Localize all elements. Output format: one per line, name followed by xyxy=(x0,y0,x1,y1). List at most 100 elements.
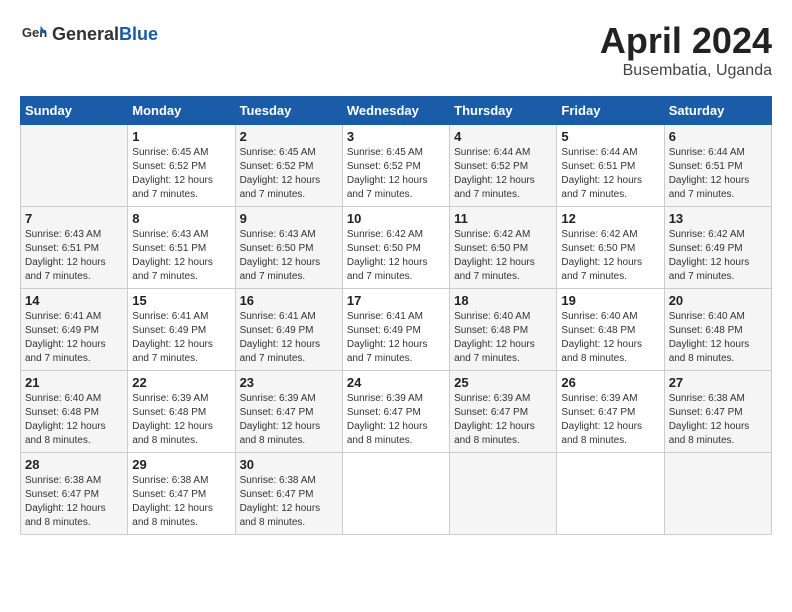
day-number: 19 xyxy=(561,293,659,308)
calendar-cell: 18Sunrise: 6:40 AM Sunset: 6:48 PM Dayli… xyxy=(450,289,557,371)
day-info: Sunrise: 6:38 AM Sunset: 6:47 PM Dayligh… xyxy=(25,474,123,530)
calendar-cell: 6Sunrise: 6:44 AM Sunset: 6:51 PM Daylig… xyxy=(664,125,771,207)
calendar-cell: 27 Sunrise: 6:38 AM Sunset: 6:47 PM Dayli… xyxy=(664,371,771,453)
day-number: 25 xyxy=(454,375,552,390)
calendar-cell: 24Sunrise: 6:39 AM Sunset: 6:47 PM Dayli… xyxy=(342,371,449,453)
calendar-cell: 30 Sunrise: 6:38 AM Sunset: 6:47 PM Dayli… xyxy=(235,453,342,535)
day-number: 1 xyxy=(132,129,230,144)
day-info: Sunrise: 6:40 AM Sunset: 6:48 PM Dayligh… xyxy=(561,310,659,366)
day-info: Sunrise: 6:38 AM Sunset: 6:47 PM Dayligh… xyxy=(240,474,338,530)
day-number: 4 xyxy=(454,129,552,144)
day-info: Sunrise: 6:43 AM Sunset: 6:50 PM Dayligh… xyxy=(240,228,338,284)
calendar-cell: 1 Sunrise: 6:45 AM Sunset: 6:52 PM Daylig… xyxy=(128,125,235,207)
day-info: Sunrise: 6:38 AM Sunset: 6:47 PM Dayligh… xyxy=(669,392,767,448)
weekday-header-wednesday: Wednesday xyxy=(342,97,449,125)
day-info: Sunrise: 6:45 AM Sunset: 6:52 PM Dayligh… xyxy=(132,146,230,202)
calendar-cell: 20Sunrise: 6:40 AM Sunset: 6:48 PM Dayli… xyxy=(664,289,771,371)
day-info: Sunrise: 6:42 AM Sunset: 6:50 PM Dayligh… xyxy=(561,228,659,284)
day-info: Sunrise: 6:42 AM Sunset: 6:50 PM Dayligh… xyxy=(347,228,445,284)
day-info: Sunrise: 6:43 AM Sunset: 6:51 PM Dayligh… xyxy=(132,228,230,284)
day-number: 27 xyxy=(669,375,767,390)
calendar-cell xyxy=(342,453,449,535)
day-info: Sunrise: 6:45 AM Sunset: 6:52 PM Dayligh… xyxy=(347,146,445,202)
day-info: Sunrise: 6:38 AM Sunset: 6:47 PM Dayligh… xyxy=(132,474,230,530)
logo: Gen GeneralBlue xyxy=(20,20,158,48)
day-number: 21 xyxy=(25,375,123,390)
day-number: 18 xyxy=(454,293,552,308)
day-info: Sunrise: 6:39 AM Sunset: 6:47 PM Dayligh… xyxy=(454,392,552,448)
day-number: 6 xyxy=(669,129,767,144)
day-info: Sunrise: 6:39 AM Sunset: 6:47 PM Dayligh… xyxy=(347,392,445,448)
weekday-header-monday: Monday xyxy=(128,97,235,125)
calendar-cell: 3 Sunrise: 6:45 AM Sunset: 6:52 PM Daylig… xyxy=(342,125,449,207)
day-info: Sunrise: 6:41 AM Sunset: 6:49 PM Dayligh… xyxy=(347,310,445,366)
calendar-cell: 11 Sunrise: 6:42 AM Sunset: 6:50 PM Dayli… xyxy=(450,207,557,289)
day-number: 12 xyxy=(561,211,659,226)
day-number: 2 xyxy=(240,129,338,144)
weekday-header-row: SundayMondayTuesdayWednesdayThursdayFrid… xyxy=(21,97,772,125)
calendar-cell xyxy=(664,453,771,535)
location-subtitle: Busembatia, Uganda xyxy=(600,62,772,80)
day-number: 28 xyxy=(25,457,123,472)
day-number: 20 xyxy=(669,293,767,308)
calendar-week-row: 21 Sunrise: 6:40 AM Sunset: 6:48 PM Dayli… xyxy=(21,371,772,453)
weekday-header-friday: Friday xyxy=(557,97,664,125)
day-info: Sunrise: 6:41 AM Sunset: 6:49 PM Dayligh… xyxy=(132,310,230,366)
logo-general-text: General xyxy=(52,24,119,44)
calendar-cell: 12 Sunrise: 6:42 AM Sunset: 6:50 PM Dayli… xyxy=(557,207,664,289)
weekday-header-saturday: Saturday xyxy=(664,97,771,125)
day-info: Sunrise: 6:41 AM Sunset: 6:49 PM Dayligh… xyxy=(25,310,123,366)
calendar-cell xyxy=(450,453,557,535)
calendar-cell: 15 Sunrise: 6:41 AM Sunset: 6:49 PM Dayli… xyxy=(128,289,235,371)
day-info: Sunrise: 6:45 AM Sunset: 6:52 PM Dayligh… xyxy=(240,146,338,202)
day-number: 15 xyxy=(132,293,230,308)
page-header: Gen GeneralBlue April 2024 Busembatia, U… xyxy=(20,20,772,80)
weekday-header-thursday: Thursday xyxy=(450,97,557,125)
day-number: 13 xyxy=(669,211,767,226)
calendar-cell: 23 Sunrise: 6:39 AM Sunset: 6:47 PM Dayli… xyxy=(235,371,342,453)
day-number: 17 xyxy=(347,293,445,308)
calendar-week-row: 1 Sunrise: 6:45 AM Sunset: 6:52 PM Daylig… xyxy=(21,125,772,207)
day-info: Sunrise: 6:41 AM Sunset: 6:49 PM Dayligh… xyxy=(240,310,338,366)
calendar-cell: 21 Sunrise: 6:40 AM Sunset: 6:48 PM Dayli… xyxy=(21,371,128,453)
day-number: 11 xyxy=(454,211,552,226)
day-info: Sunrise: 6:44 AM Sunset: 6:51 PM Dayligh… xyxy=(561,146,659,202)
day-number: 22 xyxy=(132,375,230,390)
calendar-cell: 25 Sunrise: 6:39 AM Sunset: 6:47 PM Dayli… xyxy=(450,371,557,453)
day-number: 29 xyxy=(132,457,230,472)
day-number: 7 xyxy=(25,211,123,226)
day-number: 26 xyxy=(561,375,659,390)
calendar-cell: 29 Sunrise: 6:38 AM Sunset: 6:47 PM Dayli… xyxy=(128,453,235,535)
calendar-cell: 26 Sunrise: 6:39 AM Sunset: 6:47 PM Dayli… xyxy=(557,371,664,453)
day-number: 23 xyxy=(240,375,338,390)
logo-blue-text: Blue xyxy=(119,24,158,44)
calendar-cell: 4 Sunrise: 6:44 AM Sunset: 6:52 PM Daylig… xyxy=(450,125,557,207)
day-info: Sunrise: 6:40 AM Sunset: 6:48 PM Dayligh… xyxy=(25,392,123,448)
calendar-cell: 7 Sunrise: 6:43 AM Sunset: 6:51 PM Daylig… xyxy=(21,207,128,289)
day-number: 30 xyxy=(240,457,338,472)
day-info: Sunrise: 6:42 AM Sunset: 6:49 PM Dayligh… xyxy=(669,228,767,284)
day-number: 5 xyxy=(561,129,659,144)
calendar-cell xyxy=(21,125,128,207)
calendar-cell xyxy=(557,453,664,535)
calendar-cell: 16Sunrise: 6:41 AM Sunset: 6:49 PM Dayli… xyxy=(235,289,342,371)
day-number: 8 xyxy=(132,211,230,226)
day-info: Sunrise: 6:39 AM Sunset: 6:47 PM Dayligh… xyxy=(561,392,659,448)
calendar-cell: 17 Sunrise: 6:41 AM Sunset: 6:49 PM Dayli… xyxy=(342,289,449,371)
calendar-week-row: 7 Sunrise: 6:43 AM Sunset: 6:51 PM Daylig… xyxy=(21,207,772,289)
calendar-cell: 13 Sunrise: 6:42 AM Sunset: 6:49 PM Dayli… xyxy=(664,207,771,289)
calendar-cell: 2 Sunrise: 6:45 AM Sunset: 6:52 PM Daylig… xyxy=(235,125,342,207)
day-info: Sunrise: 6:42 AM Sunset: 6:50 PM Dayligh… xyxy=(454,228,552,284)
calendar-cell: 10Sunrise: 6:42 AM Sunset: 6:50 PM Dayli… xyxy=(342,207,449,289)
calendar-cell: 22Sunrise: 6:39 AM Sunset: 6:48 PM Dayli… xyxy=(128,371,235,453)
day-info: Sunrise: 6:43 AM Sunset: 6:51 PM Dayligh… xyxy=(25,228,123,284)
day-number: 3 xyxy=(347,129,445,144)
month-title: April 2024 xyxy=(600,20,772,62)
day-info: Sunrise: 6:44 AM Sunset: 6:52 PM Dayligh… xyxy=(454,146,552,202)
calendar-cell: 14Sunrise: 6:41 AM Sunset: 6:49 PM Dayli… xyxy=(21,289,128,371)
weekday-header-sunday: Sunday xyxy=(21,97,128,125)
calendar-cell: 9Sunrise: 6:43 AM Sunset: 6:50 PM Daylig… xyxy=(235,207,342,289)
weekday-header-tuesday: Tuesday xyxy=(235,97,342,125)
calendar-cell: 19 Sunrise: 6:40 AM Sunset: 6:48 PM Dayli… xyxy=(557,289,664,371)
day-info: Sunrise: 6:39 AM Sunset: 6:47 PM Dayligh… xyxy=(240,392,338,448)
